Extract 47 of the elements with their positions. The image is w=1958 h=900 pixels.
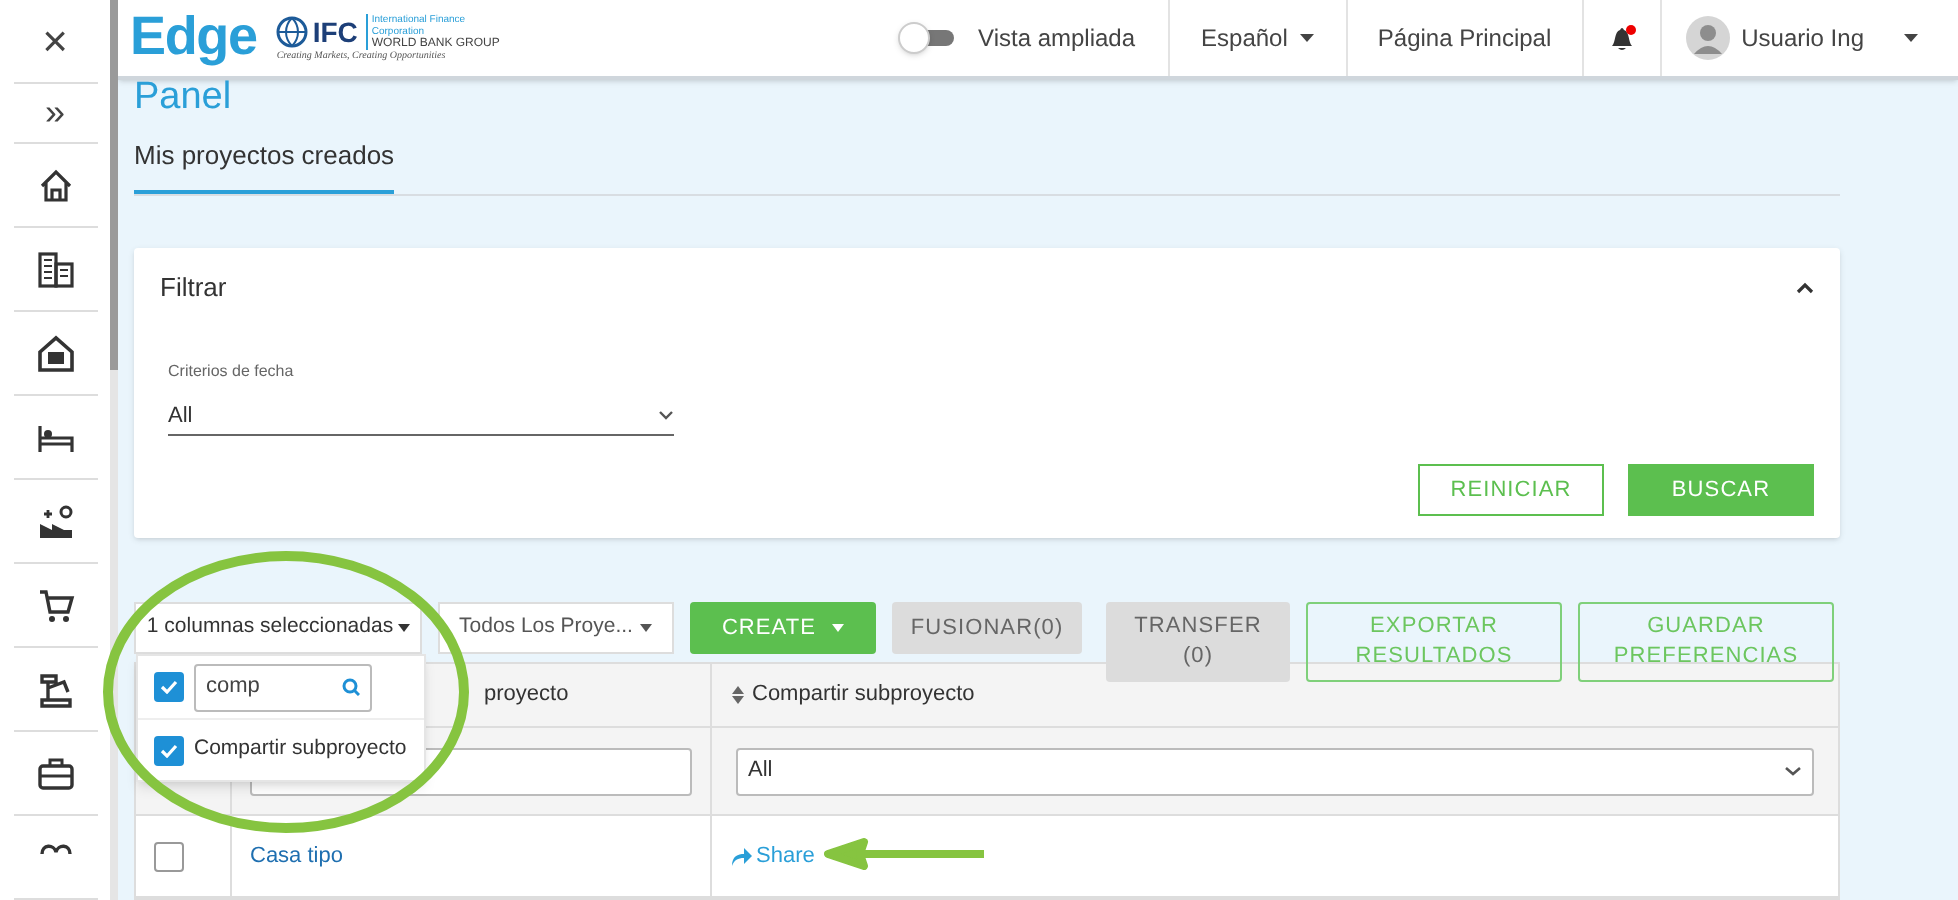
cart-icon[interactable] <box>35 585 75 625</box>
projects-dropdown[interactable]: Todos Los Proye... <box>438 602 674 654</box>
column-header[interactable]: proyecto <box>484 678 569 712</box>
date-select[interactable]: All <box>168 399 674 436</box>
column-header[interactable]: Compartir subproyecto <box>752 678 975 712</box>
caret-icon <box>397 624 410 632</box>
checkbox[interactable] <box>154 672 184 702</box>
filter-select[interactable]: All <box>736 747 1814 795</box>
bell-icon[interactable] <box>1607 23 1636 52</box>
chevron-icon[interactable] <box>1796 281 1814 294</box>
buildings-icon[interactable] <box>35 249 75 289</box>
check-icon <box>160 680 178 694</box>
home-icon[interactable] <box>35 165 75 205</box>
factory-icon[interactable] <box>35 501 75 541</box>
logo-text: IFC <box>312 18 358 47</box>
close-button[interactable]: × <box>13 0 97 84</box>
home-link[interactable]: Página Principal <box>1347 0 1584 75</box>
caret-icon <box>1299 33 1314 42</box>
user-menu[interactable]: Usuario Ing <box>1661 0 1958 75</box>
avatar-icon <box>1685 15 1730 60</box>
columns-dropdown[interactable]: 1 columnas seleccionadas <box>134 602 422 654</box>
toggle-switch[interactable] <box>898 21 959 54</box>
row-checkbox[interactable] <box>154 841 184 871</box>
caret-icon <box>640 624 653 632</box>
chevron-icon <box>1784 766 1802 776</box>
share-icon <box>732 847 752 865</box>
page-title: Panel <box>134 79 234 115</box>
logo-text: Edge <box>130 10 257 65</box>
checkbox[interactable] <box>154 735 184 765</box>
project-link[interactable]: Casa tipo <box>250 839 343 873</box>
briefcase-icon[interactable] <box>35 753 75 793</box>
house-icon[interactable] <box>35 333 75 373</box>
check-icon <box>160 743 178 757</box>
robot-arm-icon[interactable] <box>35 669 75 709</box>
caret-icon <box>832 624 845 632</box>
chevron-icon <box>658 410 674 421</box>
field-label: Criterios de fecha <box>168 359 296 383</box>
language-dropdown[interactable]: Español <box>1169 0 1348 75</box>
search-field[interactable]: comp <box>194 663 372 711</box>
tab[interactable]: Mis proyectos creados <box>134 135 395 194</box>
globe-icon <box>276 16 309 49</box>
caret-icon <box>1904 33 1918 42</box>
search-icon <box>342 678 360 696</box>
toggle-label: Vista ampliada <box>978 21 1136 56</box>
option-label[interactable]: Compartir subproyecto <box>194 734 407 766</box>
panel-title: Filtrar <box>160 270 227 306</box>
expand-button[interactable]: » <box>13 83 97 144</box>
